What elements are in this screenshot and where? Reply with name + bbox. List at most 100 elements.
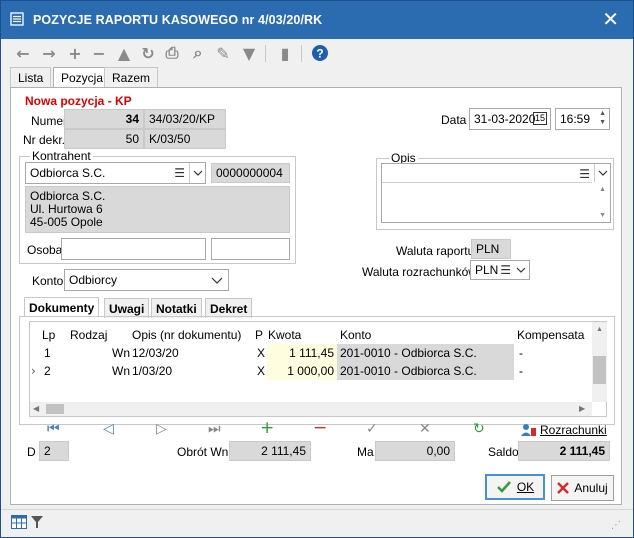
- filter-icon[interactable]: ▼: [239, 43, 259, 63]
- numer-full: 34/03/20/KP: [144, 109, 226, 129]
- cell-kwota[interactable]: 1 000,00: [267, 362, 337, 380]
- close-icon[interactable]: ✕: [602, 9, 619, 29]
- refresh-icon[interactable]: ↻: [473, 421, 485, 437]
- kontrahent-select[interactable]: Odbiorca S.C. ☰: [25, 162, 206, 184]
- obrot-value: 2 111,45: [229, 441, 311, 461]
- list-icon[interactable]: ☰: [579, 167, 590, 181]
- nrdekr-full: K/03/50: [144, 129, 226, 149]
- time-input[interactable]: 16:59 ▲ ▼: [555, 108, 610, 130]
- vertical-scrollbar[interactable]: ▲: [592, 322, 607, 402]
- data-label: Data: [441, 113, 467, 127]
- cell-kompensata: -: [519, 364, 523, 378]
- cell-konto: 201-0010 - Odbiorca S.C.: [337, 362, 514, 380]
- toolbar-separator: [265, 45, 266, 62]
- plus-icon[interactable]: +: [65, 43, 85, 63]
- waluta-rozrachunkow-label: Waluta rozrachunków: [362, 265, 477, 279]
- scroll-down-icon[interactable]: ▼: [599, 212, 606, 219]
- list-icon[interactable]: ☰: [174, 166, 185, 180]
- ma-label: Ma: [357, 445, 374, 459]
- cell-kompensata: -: [519, 346, 523, 360]
- edit-icon[interactable]: ✎: [213, 43, 233, 63]
- horizontal-scrollbar[interactable]: ◀ ▶: [30, 402, 592, 416]
- delete-record-icon[interactable]: −: [313, 418, 327, 438]
- toolbar-separator: [301, 45, 302, 62]
- chevron-down-icon[interactable]: [206, 270, 228, 290]
- window-title: POZYCJE RAPORTU KASOWEGO nr 4/03/20/RK: [33, 13, 323, 27]
- print-icon[interactable]: ⎙: [162, 43, 182, 63]
- documents-grid: Lp Rodzaj Opis (nr dokumentu) P Kwota Ko…: [29, 321, 607, 417]
- title-bar: POZYCJE RAPORTU KASOWEGO nr 4/03/20/RK ✕: [1, 1, 633, 39]
- arrow-left-icon[interactable]: ←: [13, 43, 33, 63]
- col-header-p: P: [255, 328, 264, 342]
- cancel-button[interactable]: Anuluj: [551, 475, 614, 501]
- konto-label: Konto: [32, 274, 64, 288]
- table-row[interactable]: 1 Wn 12/03/20 X 1 111,45 201-0010 - Odbi…: [30, 344, 592, 363]
- book-icon[interactable]: ▮: [275, 43, 295, 63]
- chevron-down-icon[interactable]: [594, 164, 610, 182]
- col-header-lp: Lp: [42, 328, 56, 342]
- next-record-icon[interactable]: ▷: [156, 421, 167, 437]
- numer-label: Numer: [31, 114, 68, 128]
- check-icon: [496, 481, 511, 493]
- calendar-icon[interactable]: 15: [532, 112, 547, 125]
- table-row[interactable]: › 2 Wn 1/03/20 X 1 000,00 201-0010 - Odb…: [30, 362, 592, 381]
- scroll-right-icon[interactable]: ▶: [579, 404, 585, 413]
- waluta-raportu-value: PLN: [471, 239, 511, 259]
- kontrahent-title: Kontrahent: [30, 149, 93, 163]
- date-input[interactable]: 31-03-2020 15: [469, 108, 551, 130]
- kontrahent-address: Odbiorca S.C. Ul. Hurtowa 6 45-005 Opole: [25, 186, 290, 233]
- confirm-record-icon[interactable]: ✓: [366, 421, 378, 437]
- svg-text:?: ?: [316, 47, 323, 61]
- cancel-record-icon[interactable]: ✕: [419, 421, 431, 437]
- cell-kwota[interactable]: 1 111,45: [267, 344, 337, 362]
- status-bar: ⋰: [1, 509, 633, 537]
- saldo-label: Saldo: [488, 445, 519, 459]
- waluta-rozrachunkow-select[interactable]: PLN ☰: [470, 260, 530, 280]
- grid-view-icon[interactable]: [11, 515, 27, 529]
- scroll-thumb[interactable]: [593, 356, 606, 384]
- tab-notatki[interactable]: Notatki: [151, 298, 202, 318]
- scroll-left-icon[interactable]: ◀: [33, 404, 39, 413]
- resize-grip-icon[interactable]: ⋰: [611, 520, 621, 531]
- osoba-input[interactable]: [61, 238, 206, 260]
- scroll-thumb-h[interactable]: [46, 404, 64, 414]
- help-icon[interactable]: ?: [310, 43, 330, 63]
- col-header-kompensata: Kompensata: [517, 328, 585, 342]
- arrow-right-icon[interactable]: →: [39, 43, 59, 63]
- tab-uwagi[interactable]: Uwagi: [104, 298, 150, 318]
- col-header-opis: Opis (nr dokumentu): [132, 328, 242, 342]
- col-header-konto: Konto: [340, 328, 372, 342]
- tab-pozycja[interactable]: Pozycja: [53, 67, 112, 88]
- chevron-down-icon[interactable]: [189, 163, 205, 183]
- cell-p: X: [257, 346, 266, 360]
- tab-dokumenty[interactable]: Dokumenty: [24, 297, 100, 317]
- scroll-up-icon[interactable]: ▲: [599, 186, 606, 193]
- minus-icon[interactable]: −: [89, 43, 109, 63]
- rozrachunki-button[interactable]: Rozrachunki: [521, 422, 607, 438]
- dialog-window: POZYCJE RAPORTU KASOWEGO nr 4/03/20/RK ✕…: [0, 0, 634, 538]
- zoom-icon[interactable]: ⌕: [188, 43, 208, 63]
- opis-textarea[interactable]: ☰ ▲ ▼: [381, 163, 611, 223]
- nrdekr-value: 50: [64, 129, 144, 149]
- last-record-icon[interactable]: ⏭: [208, 421, 221, 437]
- osoba-extra-input[interactable]: [211, 238, 290, 260]
- tab-razem[interactable]: Razem: [104, 67, 159, 87]
- filter-icon[interactable]: [31, 515, 43, 529]
- tab-dekret[interactable]: Dekret: [205, 298, 253, 318]
- first-record-icon[interactable]: ⏮: [47, 421, 60, 437]
- prev-record-icon[interactable]: ◁: [103, 421, 114, 437]
- add-record-icon[interactable]: +: [260, 418, 274, 438]
- konto-select[interactable]: Odbiorcy: [64, 269, 229, 291]
- spinner-icon[interactable]: ▲ ▼: [599, 109, 606, 127]
- ok-button[interactable]: OK: [485, 474, 545, 500]
- refresh-icon[interactable]: ↻: [138, 43, 158, 63]
- scroll-up-icon[interactable]: ▲: [596, 326, 603, 333]
- cell-konto: 201-0010 - Odbiorca S.C.: [337, 344, 514, 362]
- list-icon[interactable]: ☰: [500, 263, 511, 277]
- chevron-down-icon[interactable]: [513, 261, 529, 279]
- triangle-icon[interactable]: ▲: [114, 43, 134, 63]
- tab-lista[interactable]: Lista: [10, 67, 52, 87]
- col-header-kwota: Kwota: [268, 328, 302, 342]
- kontrahent-code: 0000000004: [211, 163, 290, 183]
- cell-opis: 1/03/20: [132, 364, 173, 378]
